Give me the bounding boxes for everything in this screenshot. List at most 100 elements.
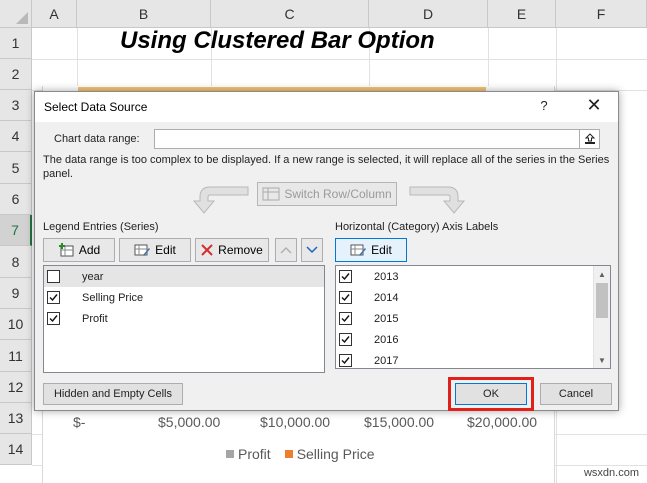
add-icon [58, 243, 74, 257]
column-header-f[interactable]: F [556, 0, 647, 28]
category-checkbox-2013[interactable] [339, 270, 352, 283]
series-checkbox-profit[interactable] [47, 312, 60, 325]
cancel-button[interactable]: Cancel [540, 383, 612, 405]
row-header-4[interactable]: 4 [0, 121, 32, 152]
row-header-10[interactable]: 10 [0, 309, 32, 340]
remove-label: Remove [218, 243, 263, 257]
select-data-source-dialog: Select Data Source ? ✕ Chart data range:… [34, 91, 619, 411]
hidden-empty-cells-button[interactable]: Hidden and Empty Cells [43, 383, 183, 405]
row-header-3[interactable]: 3 [0, 90, 32, 121]
list-item-category-2017[interactable]: 2017 [336, 350, 610, 368]
category-label: 2013 [374, 270, 399, 283]
list-item-category-2013[interactable]: 2013 [336, 266, 610, 287]
checkmark-icon [341, 357, 350, 365]
checkmark-icon [341, 294, 350, 302]
checkmark-icon [341, 273, 350, 281]
hidden-empty-cells-label: Hidden and Empty Cells [53, 388, 172, 400]
remove-series-button[interactable]: Remove [195, 238, 269, 262]
edit-axis-labels-button[interactable]: Edit [335, 238, 407, 262]
gridline [32, 59, 647, 60]
category-label: 2016 [374, 333, 399, 346]
axis-labels-scrollbar[interactable]: ▲ ▼ [593, 266, 610, 368]
category-label: 2015 [374, 312, 399, 325]
axis-labels-label: Horizontal (Category) Axis Labels [335, 221, 499, 233]
category-checkbox-2016[interactable] [339, 333, 352, 346]
range-note: The data range is too complex to be disp… [43, 154, 610, 180]
column-header-d[interactable]: D [369, 0, 488, 28]
list-item-series-year[interactable]: year [44, 266, 324, 287]
dialog-titlebar[interactable]: Select Data Source ? ✕ [35, 92, 618, 122]
category-label: 2017 [374, 354, 399, 367]
sheet-title: Using Clustered Bar Option [120, 27, 435, 54]
row-header-5[interactable]: 5 [0, 152, 32, 184]
list-item-category-2015[interactable]: 2015 [336, 308, 610, 329]
x-axis-tick: $10,000.00 [260, 414, 331, 430]
edit-icon [134, 244, 151, 256]
add-series-button[interactable]: Add [43, 238, 115, 262]
chevron-down-icon [306, 246, 318, 254]
chart-data-range-label: Chart data range: [54, 133, 140, 145]
ok-button[interactable]: OK [455, 383, 527, 405]
category-checkbox-2015[interactable] [339, 312, 352, 325]
move-down-button[interactable] [301, 238, 323, 262]
legend-label: Profit [238, 446, 271, 462]
row-header-14[interactable]: 14 [0, 434, 32, 465]
row-header-13[interactable]: 13 [0, 403, 32, 434]
list-item-category-2014[interactable]: 2014 [336, 287, 610, 308]
row-header-6[interactable]: 6 [0, 184, 32, 215]
row-header-7[interactable]: 7 [0, 215, 32, 246]
edit-axis-label: Edit [371, 243, 392, 257]
series-checkbox-year[interactable] [47, 270, 60, 283]
help-button[interactable]: ? [536, 98, 552, 113]
column-header-b[interactable]: B [77, 0, 211, 28]
add-label: Add [78, 243, 101, 257]
list-item-series-selling-price[interactable]: Selling Price [44, 287, 324, 308]
checkmark-icon [341, 315, 350, 323]
category-checkbox-2017[interactable] [339, 354, 352, 367]
column-header-a[interactable]: A [32, 0, 77, 28]
chart-data-range-input[interactable] [154, 129, 600, 149]
legend-entries-label: Legend Entries (Series) [43, 221, 159, 233]
legend-swatch-selling-price [284, 450, 293, 458]
series-label: Profit [82, 312, 108, 325]
axis-labels-list[interactable]: 2013 2014 2015 2016 2017 ▲ ▼ [335, 265, 611, 369]
checkmark-icon [49, 315, 58, 323]
column-header-c[interactable]: C [211, 0, 369, 28]
x-axis-tick: $15,000.00 [364, 414, 435, 430]
scroll-thumb[interactable] [596, 283, 608, 318]
edit-series-button[interactable]: Edit [119, 238, 191, 262]
column-header-e[interactable]: E [488, 0, 556, 28]
scroll-up-icon[interactable]: ▲ [594, 266, 610, 282]
dialog-title: Select Data Source [44, 100, 148, 114]
move-up-button[interactable] [275, 238, 297, 262]
collapse-range-button[interactable] [579, 130, 599, 148]
x-axis-tick: $5,000.00 [158, 414, 221, 430]
select-all-corner[interactable] [0, 0, 32, 28]
legend-item-profit: Profit [226, 446, 271, 462]
legend-entries-list[interactable]: year Selling Price Profit [43, 265, 325, 373]
chevron-up-icon [280, 246, 292, 254]
edit-icon [350, 244, 367, 256]
x-axis-tick: $20,000.00 [467, 414, 538, 430]
cancel-label: Cancel [558, 388, 594, 400]
ok-label: OK [483, 388, 499, 400]
row-header-9[interactable]: 9 [0, 278, 32, 309]
list-item-category-2016[interactable]: 2016 [336, 329, 610, 350]
row-header-2[interactable]: 2 [0, 59, 32, 90]
switch-row-column-button[interactable]: Switch Row/Column [257, 182, 397, 206]
legend-swatch-profit [226, 450, 234, 458]
series-label: year [82, 270, 104, 283]
scroll-down-icon[interactable]: ▼ [594, 352, 610, 368]
arrow-left-icon [192, 186, 249, 214]
legend-item-selling-price: Selling Price [284, 446, 375, 462]
close-button[interactable]: ✕ [584, 95, 604, 116]
series-checkbox-selling-price[interactable] [47, 291, 60, 304]
category-checkbox-2014[interactable] [339, 291, 352, 304]
row-header-8[interactable]: 8 [0, 246, 32, 278]
list-item-series-profit[interactable]: Profit [44, 308, 324, 329]
row-header-11[interactable]: 11 [0, 340, 32, 372]
row-header-12[interactable]: 12 [0, 372, 32, 403]
series-label: Selling Price [82, 291, 144, 304]
legend-label: Selling Price [296, 446, 375, 462]
row-header-1[interactable]: 1 [0, 28, 32, 59]
